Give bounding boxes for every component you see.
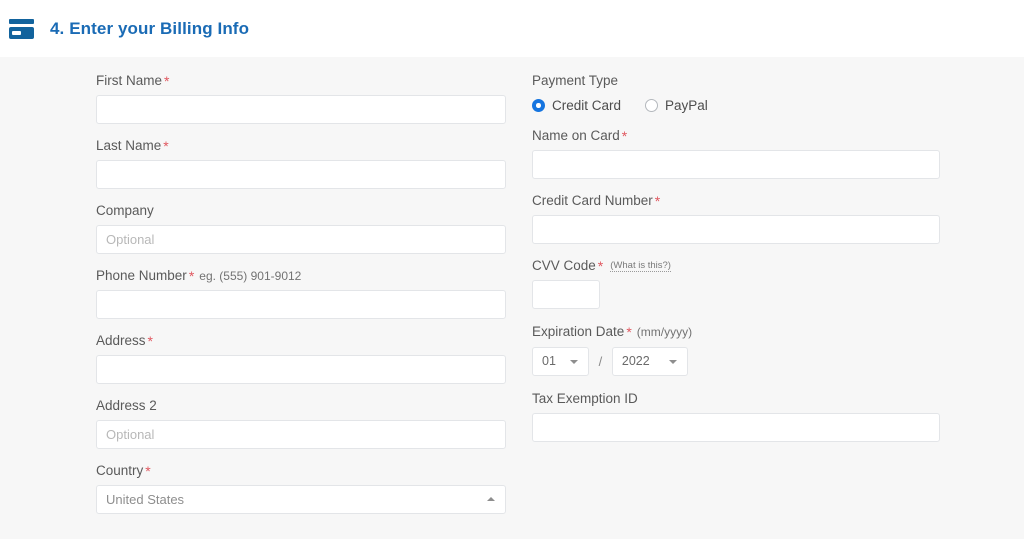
expiration-date-label-text: Expiration Date — [532, 324, 625, 339]
field-cvv-code: CVV Code * (What is this?) — [532, 258, 940, 309]
payment-type-radio-group: Credit Card PayPal — [532, 98, 940, 113]
tax-exemption-id-label: Tax Exemption ID — [532, 391, 638, 406]
field-credit-card-number: Credit Card Number * — [532, 193, 940, 244]
expiration-month-select[interactable]: 01 — [532, 347, 589, 376]
phone-number-label-text: Phone Number — [96, 268, 187, 283]
expiration-date-label: Expiration Date * (mm/yyyy) — [532, 324, 940, 340]
address-input[interactable] — [96, 355, 506, 384]
radio-paypal-label: PayPal — [665, 98, 708, 113]
expiration-separator: / — [598, 354, 603, 369]
name-on-card-label-text: Name on Card — [532, 128, 620, 143]
last-name-input[interactable] — [96, 160, 506, 189]
payment-type-option-credit-card[interactable]: Credit Card — [532, 98, 621, 113]
radio-paypal[interactable] — [645, 99, 659, 112]
radio-credit-card-label: Credit Card — [552, 98, 622, 113]
field-address: Address * — [96, 333, 506, 384]
country-label-text: Country — [96, 463, 144, 478]
country-selected-value: United States — [106, 492, 185, 507]
billing-form-left-column: First Name* Last Name* Company Phone Num… — [96, 57, 506, 514]
expiration-year-value: 2022 — [621, 354, 650, 368]
field-last-name: Last Name * — [96, 138, 506, 189]
name-on-card-input[interactable] — [532, 150, 940, 179]
phone-number-label: Phone Number * eg. (555) 901-9012 — [96, 268, 506, 284]
credit-card-number-label: Credit Card Number * — [532, 193, 940, 209]
expiration-date-controls: 01 / 2022 — [532, 347, 940, 376]
tax-exemption-id-input[interactable] — [532, 413, 940, 442]
chevron-up-icon — [487, 497, 495, 501]
address-2-input[interactable] — [96, 420, 506, 449]
last-name-label-text: Last Name — [96, 138, 162, 153]
field-payment-type: Payment Type Credit Card PayPal — [532, 73, 940, 113]
credit-card-number-label-text: Credit Card Number — [532, 193, 653, 208]
field-tax-exemption-id: Tax Exemption ID — [532, 391, 940, 442]
cvv-help-link[interactable]: (What is this?) — [610, 260, 671, 272]
field-first-name: First Name * — [96, 73, 506, 124]
required-marker: * — [626, 324, 632, 340]
required-marker: * — [164, 73, 170, 89]
field-address-2: Address 2 — [96, 398, 506, 449]
phone-number-hint: eg. (555) 901-9012 — [199, 269, 302, 283]
field-expiration-date: Expiration Date * (mm/yyyy) 01 / 2022 — [532, 324, 940, 376]
required-marker: * — [654, 193, 661, 209]
last-name-label: Last Name * — [96, 138, 506, 154]
first-name-input[interactable] — [96, 95, 506, 124]
country-select[interactable]: United States — [96, 485, 506, 514]
required-marker: * — [147, 333, 153, 349]
required-marker: * — [621, 128, 628, 144]
company-label: Company — [96, 203, 154, 218]
field-name-on-card: Name on Card * — [532, 128, 940, 179]
address-label: Address * — [96, 333, 506, 349]
cvv-code-label: CVV Code * (What is this?) — [532, 258, 940, 274]
field-company: Company — [96, 203, 506, 254]
cvv-code-label-text: CVV Code — [532, 258, 596, 273]
company-input[interactable] — [96, 225, 506, 254]
payment-type-label: Payment Type — [532, 73, 619, 88]
phone-number-input[interactable] — [96, 290, 506, 319]
billing-info-page: 4. Enter your Billing Info First Name * L… — [0, 0, 1024, 539]
credit-card-number-input[interactable] — [532, 215, 940, 244]
credit-card-icon — [8, 18, 36, 40]
address-2-label: Address 2 — [96, 398, 157, 413]
required-marker: * — [188, 268, 195, 284]
required-marker: * — [145, 463, 151, 479]
chevron-down-icon — [668, 360, 677, 364]
field-country: Country * United States — [96, 463, 506, 514]
chevron-down-icon — [570, 360, 578, 364]
first-name-label: First Name * — [96, 73, 506, 89]
billing-form: First Name* Last Name* Company Phone Num… — [0, 57, 1024, 539]
cvv-code-input[interactable] — [532, 280, 600, 309]
required-marker: * — [163, 138, 169, 154]
required-marker: * — [597, 258, 604, 274]
name-on-card-label: Name on Card * — [532, 128, 940, 144]
expiration-date-hint: (mm/yyyy) — [636, 325, 693, 339]
radio-credit-card[interactable] — [532, 99, 545, 112]
section-header: 4. Enter your Billing Info — [0, 0, 1024, 57]
expiration-year-select[interactable]: 2022 — [611, 347, 688, 376]
expiration-month-value: 01 — [542, 354, 556, 368]
country-label: Country * — [96, 463, 506, 479]
billing-form-right-column: Payment Type Credit Card PayPal Name on … — [532, 57, 940, 442]
address-label-text: Address — [96, 333, 146, 348]
field-phone-number: Phone Number * eg. (555) 901-9012 — [96, 268, 506, 319]
page-title: 4. Enter your Billing Info — [50, 18, 250, 38]
payment-type-option-paypal[interactable]: PayPal — [645, 98, 708, 113]
first-name-label-text: First Name — [96, 73, 163, 88]
